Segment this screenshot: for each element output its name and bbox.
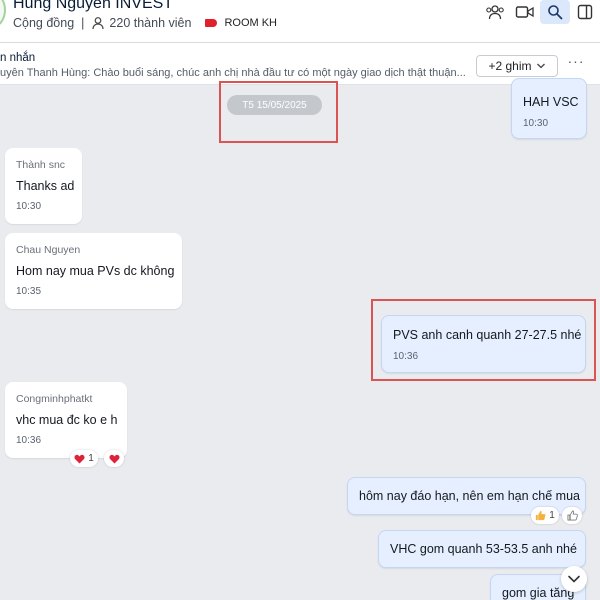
- search-icon: [548, 5, 563, 20]
- annotation-highlight: [371, 299, 596, 381]
- message-incoming[interactable]: Thành snc Thanks ad 10:30: [5, 148, 82, 224]
- community-label: Cộng đồng: [13, 16, 75, 30]
- more-options-button[interactable]: ···: [566, 54, 586, 74]
- sidebar-toggle-icon: [577, 4, 593, 20]
- chevron-down-icon: [536, 63, 545, 69]
- member-icon: [92, 17, 105, 30]
- search-button[interactable]: [540, 0, 570, 24]
- tag-icon: [205, 19, 218, 27]
- header-actions: [480, 0, 600, 24]
- pinned-title: n nhắn: [0, 52, 36, 64]
- reaction-summary[interactable]: 1: [70, 450, 98, 467]
- group-avatar[interactable]: [0, 0, 6, 28]
- message-incoming[interactable]: Chau Nguyen Hom nay mua PVs dc không 10:…: [5, 233, 182, 309]
- pinned-preview[interactable]: uyễn Thanh Hùng: Chào buổi sáng, chúc an…: [0, 67, 465, 79]
- react-like-button[interactable]: [562, 507, 582, 524]
- pins-button-label: +2 ghim: [488, 59, 532, 73]
- message-text: VHC gom quanh 53-53.5 anh nhé: [390, 542, 577, 556]
- message-text: Hom nay mua PVs dc không: [16, 264, 175, 278]
- group-meta: Cộng đồng | 220 thành viên ROOM KH: [13, 14, 277, 32]
- reaction-count: 1: [549, 510, 555, 521]
- thumbs-up-outline-icon: [567, 510, 578, 521]
- group-add-button[interactable]: [480, 0, 510, 24]
- reaction-summary[interactable]: 1: [531, 507, 559, 524]
- sender-name[interactable]: Congminhphatkt: [16, 393, 92, 405]
- message-time: 10:35: [16, 286, 42, 297]
- message-text: HAH VSC: [523, 95, 579, 109]
- divider: |: [81, 16, 85, 30]
- chevron-down-icon: [568, 575, 580, 583]
- message-text: Thanks ad: [16, 179, 75, 193]
- message-text: vhc mua đc ko e h: [16, 413, 118, 427]
- heart-icon: [108, 454, 120, 464]
- thumbs-up-icon: [536, 510, 546, 521]
- pins-button[interactable]: +2 ghim: [476, 55, 558, 77]
- sidebar-toggle-button[interactable]: [570, 0, 600, 24]
- chat-header: Hùng Nguyễn INVEST Cộng đồng | 220 thành…: [0, 0, 600, 42]
- annotation-highlight: [219, 81, 338, 143]
- message-outgoing[interactable]: VHC gom quanh 53-53.5 anh nhé: [378, 530, 586, 568]
- message-time: 10:30: [523, 118, 549, 129]
- message-time: 10:30: [16, 201, 42, 212]
- group-title[interactable]: Hùng Nguyễn INVEST: [13, 0, 173, 13]
- video-call-button[interactable]: [510, 0, 540, 24]
- message-time: 10:36: [16, 435, 42, 446]
- group-add-icon: [486, 5, 504, 20]
- member-count[interactable]: 220 thành viên: [109, 16, 191, 30]
- scroll-to-bottom-button[interactable]: [561, 566, 587, 592]
- message-incoming[interactable]: Congminhphatkt vhc mua đc ko e h 10:36: [5, 382, 127, 458]
- room-tag-label[interactable]: ROOM KH: [224, 17, 277, 29]
- message-outgoing[interactable]: HAH VSC 10:30: [511, 78, 587, 139]
- message-text: gom gia tăng: [502, 586, 575, 600]
- reaction-count: 1: [88, 453, 94, 464]
- react-heart-button[interactable]: [104, 450, 124, 467]
- sender-name[interactable]: Thành snc: [16, 159, 65, 171]
- sender-name[interactable]: Chau Nguyen: [16, 244, 80, 256]
- message-text: hôm nay đáo hạn, nên em hạn chế mua: [359, 489, 580, 503]
- heart-icon: [74, 454, 85, 464]
- video-call-icon: [515, 6, 534, 18]
